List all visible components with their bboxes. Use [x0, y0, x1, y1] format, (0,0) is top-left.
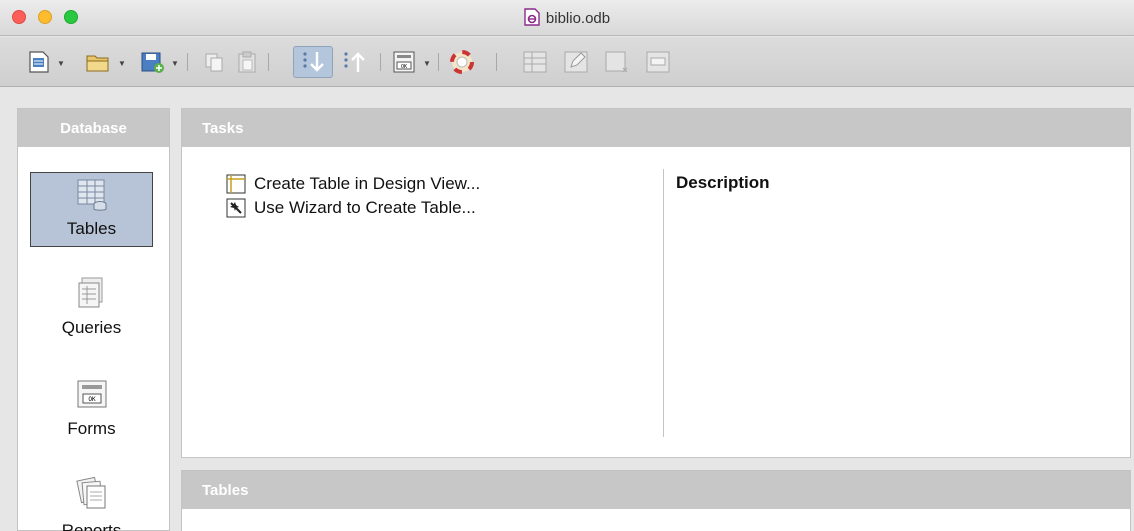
tasks-divider: [663, 169, 664, 437]
new-document-button[interactable]: [26, 48, 52, 76]
rename-icon: [646, 51, 670, 73]
form-icon: OK: [393, 51, 415, 73]
tables-icon: [77, 179, 106, 211]
edit-icon: [564, 51, 588, 73]
rename-button[interactable]: [643, 48, 673, 76]
save-dropdown-icon[interactable]: ▼: [171, 59, 179, 68]
paste-icon: [238, 51, 256, 73]
title-bar: biblio.odb: [0, 0, 1134, 36]
toolbar: ▼ ▼ ▼ OK ▼: [0, 37, 1134, 87]
paste-button[interactable]: [234, 48, 260, 76]
sidebar-item-label: Queries: [61, 318, 122, 337]
database-document-icon: [524, 8, 540, 30]
save-icon: [141, 52, 164, 73]
tables-panel-title: Tables: [182, 471, 1130, 509]
save-button[interactable]: [138, 48, 166, 76]
open-button[interactable]: [84, 48, 112, 76]
sort-ascending-icon: [303, 52, 324, 72]
new-dropdown-icon[interactable]: ▼: [57, 59, 65, 68]
sidebar-item-label: Reports: [61, 521, 122, 531]
create-table-design-view-task[interactable]: Create Table in Design View...: [226, 174, 480, 194]
form-button[interactable]: OK: [391, 48, 417, 76]
form-dropdown-icon[interactable]: ▼: [423, 59, 431, 68]
delete-button[interactable]: [602, 48, 632, 76]
sidebar-item-queries[interactable]: Queries: [30, 276, 153, 351]
toolbar-separator: [268, 53, 269, 71]
sort-descending-icon: [344, 52, 365, 72]
table-icon: [523, 51, 547, 73]
new-document-icon: [29, 51, 49, 73]
edit-button[interactable]: [561, 48, 591, 76]
queries-icon: [78, 277, 102, 308]
task-label: Create Table in Design View...: [254, 174, 481, 193]
copy-button[interactable]: [201, 48, 227, 76]
toolbar-separator: [187, 53, 188, 71]
sort-descending-button[interactable]: [338, 48, 370, 76]
description-label: Description: [676, 173, 770, 192]
design-view-icon: [226, 174, 246, 194]
toolbar-separator: [380, 53, 381, 71]
database-panel: Database Tables Queries OK Forms Reports: [17, 108, 170, 531]
help-button[interactable]: [448, 48, 476, 76]
forms-icon: OK: [77, 380, 106, 408]
svg-text:OK: OK: [88, 396, 96, 403]
copy-icon: [205, 53, 223, 72]
svg-text:OK: OK: [401, 64, 407, 70]
sort-ascending-button[interactable]: [293, 46, 333, 78]
table-button[interactable]: [520, 48, 550, 76]
toolbar-separator: [496, 53, 497, 71]
sidebar-item-label: Forms: [67, 419, 116, 438]
tasks-panel: Tasks Create Table in Design View... Use…: [181, 108, 1131, 458]
database-panel-title: Database: [18, 109, 169, 147]
sidebar-item-reports[interactable]: Reports: [30, 477, 153, 531]
use-wizard-create-table-task[interactable]: Use Wizard to Create Table...: [226, 198, 476, 218]
task-label: Use Wizard to Create Table...: [254, 198, 476, 217]
tables-panel: Tables: [181, 470, 1131, 531]
open-folder-icon: [86, 55, 109, 72]
help-icon: [450, 50, 474, 74]
open-dropdown-icon[interactable]: ▼: [118, 59, 126, 68]
wizard-icon: [226, 198, 246, 218]
reports-icon: [75, 477, 105, 509]
tasks-panel-title: Tasks: [182, 109, 1130, 147]
delete-icon: [605, 51, 628, 73]
sidebar-item-tables[interactable]: Tables: [30, 172, 153, 247]
window-title: biblio.odb: [0, 8, 1134, 30]
sidebar-item-forms[interactable]: OK Forms: [30, 379, 153, 454]
sidebar-item-label: Tables: [66, 219, 117, 238]
toolbar-separator: [438, 53, 439, 71]
window-title-text: biblio.odb: [545, 10, 611, 27]
